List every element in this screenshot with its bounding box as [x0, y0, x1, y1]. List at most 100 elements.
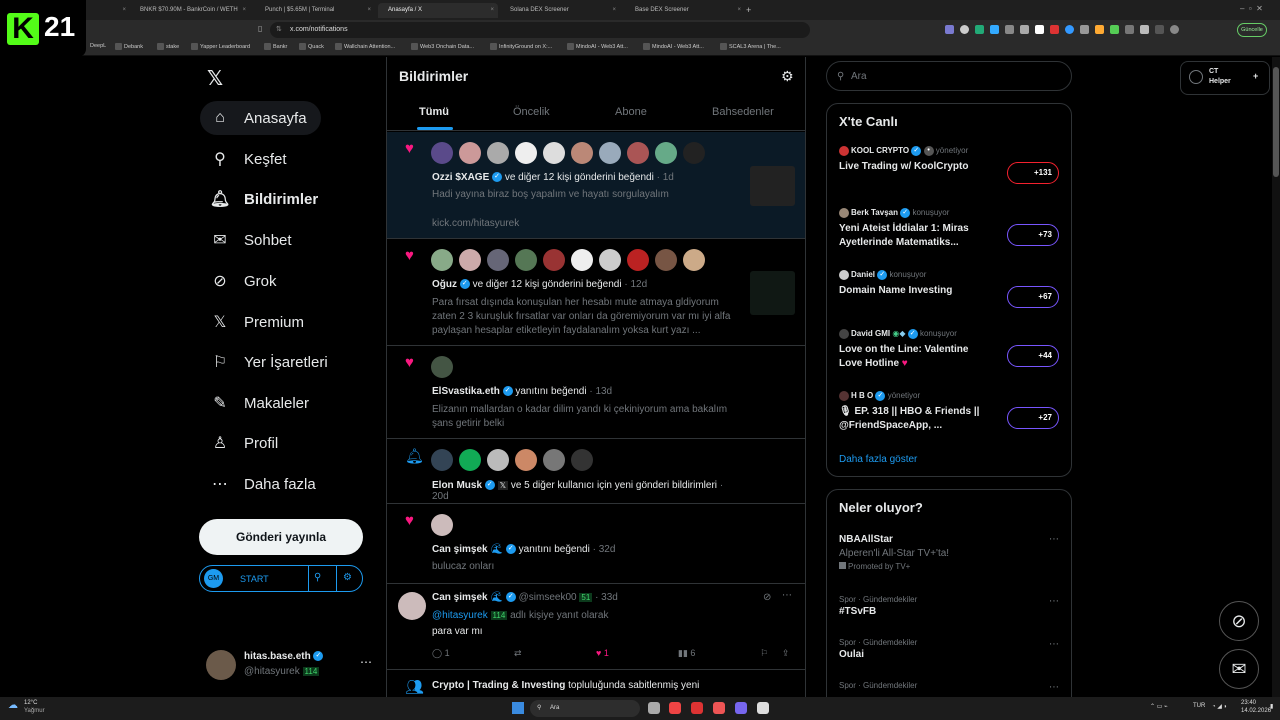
browser-tab-active[interactable]: Anasayfa / X × [378, 3, 498, 18]
scrollbar-thumb[interactable] [1273, 67, 1279, 177]
list-item[interactable]: ♥ Oğuz ✓ ve diğer 12 kişi gönderini beğe… [387, 239, 805, 346]
sidebar-item-explore[interactable]: ⚲ Keşfet [200, 142, 286, 176]
taskview-icon[interactable] [648, 702, 660, 714]
avatar[interactable] [459, 249, 481, 271]
avatar[interactable] [487, 249, 509, 271]
notification-link[interactable]: kick.com/hitasyurek [432, 218, 742, 229]
bookmark-item[interactable]: Bankr [264, 43, 287, 50]
live-space-item[interactable]: Berk Tavşan ✓ konuşuyor Yeni Ateist İddi… [839, 208, 1069, 250]
extension-icon[interactable] [1110, 25, 1119, 34]
live-space-item[interactable]: Daniel ✓ konuşuyor Domain Name Investing… [839, 270, 1069, 308]
avatar[interactable] [515, 249, 537, 271]
avatar[interactable] [431, 449, 453, 471]
avatar[interactable] [487, 142, 509, 164]
reply-post[interactable]: Can şimşek 🌊︎ ✓ @simseek00 51 · 33d @hit… [387, 584, 805, 670]
close-tab-icon[interactable]: × [612, 3, 616, 18]
live-space-item[interactable]: H B O ✓ yönetiyor 🎙︎ EP. 318 || HBO & Fr… [839, 391, 1069, 433]
extension-icon[interactable] [960, 25, 969, 34]
extension-icon[interactable] [1020, 25, 1029, 34]
extension-icon[interactable] [975, 25, 984, 34]
brave-icon[interactable] [669, 702, 681, 714]
avatar[interactable] [599, 249, 621, 271]
share-icon[interactable]: ⇪ [782, 648, 790, 659]
close-tab-icon[interactable]: × [737, 3, 741, 18]
close-tab-icon[interactable]: × [122, 3, 126, 18]
more-icon[interactable]: ⋯ [1049, 596, 1059, 607]
extension-icon[interactable] [1095, 25, 1104, 34]
trend-item[interactable]: Spor · Gündemdekiler #TSvFB [839, 595, 917, 617]
bookmark-item[interactable]: MindoAI - Web3 Att... [643, 43, 704, 50]
browser-tab[interactable]: Solana DEX Screener × [500, 3, 620, 18]
close-tab-icon[interactable]: × [242, 3, 246, 18]
extension-icon[interactable] [1065, 25, 1074, 34]
bookmark-item[interactable]: SCAL3 Arena | The... [720, 43, 781, 50]
clock-time[interactable]: 23:40 [1241, 700, 1256, 706]
bookmark-item[interactable]: Wallchain Attention... [335, 43, 395, 50]
extension-icon[interactable] [1140, 25, 1149, 34]
trend-item[interactable]: Spor · Gündemdekiler [839, 681, 917, 692]
extension-icon[interactable] [1050, 25, 1059, 34]
avatar[interactable] [655, 249, 677, 271]
more-icon[interactable]: ⋯ [1049, 534, 1059, 545]
bookmark-star-icon[interactable]: ▯ [258, 24, 262, 33]
list-item[interactable]: ♥ Can şimşek 🌊︎ ✓ yanıtını beğendi · 32d… [387, 504, 805, 584]
windows-start-icon[interactable] [512, 702, 524, 714]
avatar[interactable] [599, 142, 621, 164]
x-logo-icon[interactable]: 𝕏 [207, 66, 223, 91]
app-icon[interactable] [757, 702, 769, 714]
taskbar-search[interactable]: ⚲ Ara [530, 700, 640, 717]
extension-icon[interactable] [1005, 25, 1014, 34]
avatar[interactable] [487, 449, 509, 471]
more-icon[interactable]: ⋯ [782, 590, 792, 601]
avatar[interactable] [683, 249, 705, 271]
grok-fab[interactable]: ⊘ [1219, 601, 1259, 641]
live-space-item[interactable]: David GMI ◉◆ ✓ konuşuyor Love on the Lin… [839, 329, 1069, 371]
avatar[interactable] [683, 142, 705, 164]
weather-icon[interactable]: ☁ [8, 700, 18, 711]
browser-tab[interactable]: Base DEX Screener × [625, 3, 745, 18]
avatar[interactable] [627, 142, 649, 164]
browser-tab[interactable]: Punch | $5.65M | Terminal × [255, 3, 375, 18]
sidebar-item-notifications[interactable]: 🔔︎ Bildirimler [200, 182, 318, 216]
gear-icon[interactable]: ⚙ [343, 572, 352, 583]
avatar[interactable] [431, 249, 453, 271]
extension-icon[interactable] [1125, 25, 1134, 34]
bookmark-item[interactable]: Quack [299, 43, 324, 50]
network-icon[interactable]: ◔ ◢ ◗ [1212, 703, 1227, 710]
tab-mentions[interactable]: Bahsedenler [712, 106, 774, 118]
sidebar-item-profile[interactable]: ♙ Profil [200, 426, 278, 460]
post-button[interactable]: Gönderi yayınla [199, 519, 363, 555]
tab-all[interactable]: Tümü [419, 106, 449, 118]
update-button[interactable]: Güncelle [1237, 23, 1267, 37]
close-tab-icon[interactable]: × [490, 3, 494, 18]
live-space-item[interactable]: KOOL CRYPTO ✓ • yönetiyor Live Trading w… [839, 146, 1069, 184]
url-field[interactable]: ⇅ x.com/notifications [270, 22, 810, 38]
bookmark-item[interactable]: Debank [115, 43, 143, 50]
ct-helper-widget[interactable]: CT Helper + [1180, 61, 1270, 95]
extension-icon[interactable] [945, 25, 954, 34]
avatar[interactable] [515, 449, 537, 471]
tray-icons[interactable]: ⌃ ▭ ⌁ [1150, 703, 1168, 710]
messages-fab[interactable]: ✉ [1219, 649, 1259, 689]
avatar[interactable] [431, 514, 453, 536]
extension-icon[interactable] [990, 25, 999, 34]
browser-tab[interactable]: BNKR $70.90M - BankrCoin / WETH × [130, 3, 250, 18]
avatar[interactable] [571, 142, 593, 164]
avatar[interactable] [459, 449, 481, 471]
extension-icon[interactable] [1155, 25, 1164, 34]
avatar[interactable] [627, 249, 649, 271]
avatar[interactable] [459, 142, 481, 164]
more-icon[interactable]: ⋯ [360, 655, 372, 669]
show-more-link[interactable]: Daha fazla göster [839, 454, 917, 465]
app-icon[interactable] [713, 702, 725, 714]
sidebar-item-grok[interactable]: ⊘ Grok [200, 264, 276, 298]
sidebar-item-premium[interactable]: 𝕏 Premium [200, 305, 304, 339]
sidebar-item-home[interactable]: ⌂ Anasayfa [200, 101, 321, 135]
more-icon[interactable]: ⋯ [1049, 639, 1059, 650]
more-icon[interactable]: ⋯ [1049, 682, 1059, 693]
like-button[interactable]: ♥ 1 [596, 648, 609, 658]
gear-icon[interactable]: ⚙ [781, 68, 794, 85]
grok-icon[interactable]: ⊘ [763, 592, 771, 603]
language-indicator[interactable]: TUR [1193, 703, 1205, 709]
avatar[interactable] [543, 249, 565, 271]
